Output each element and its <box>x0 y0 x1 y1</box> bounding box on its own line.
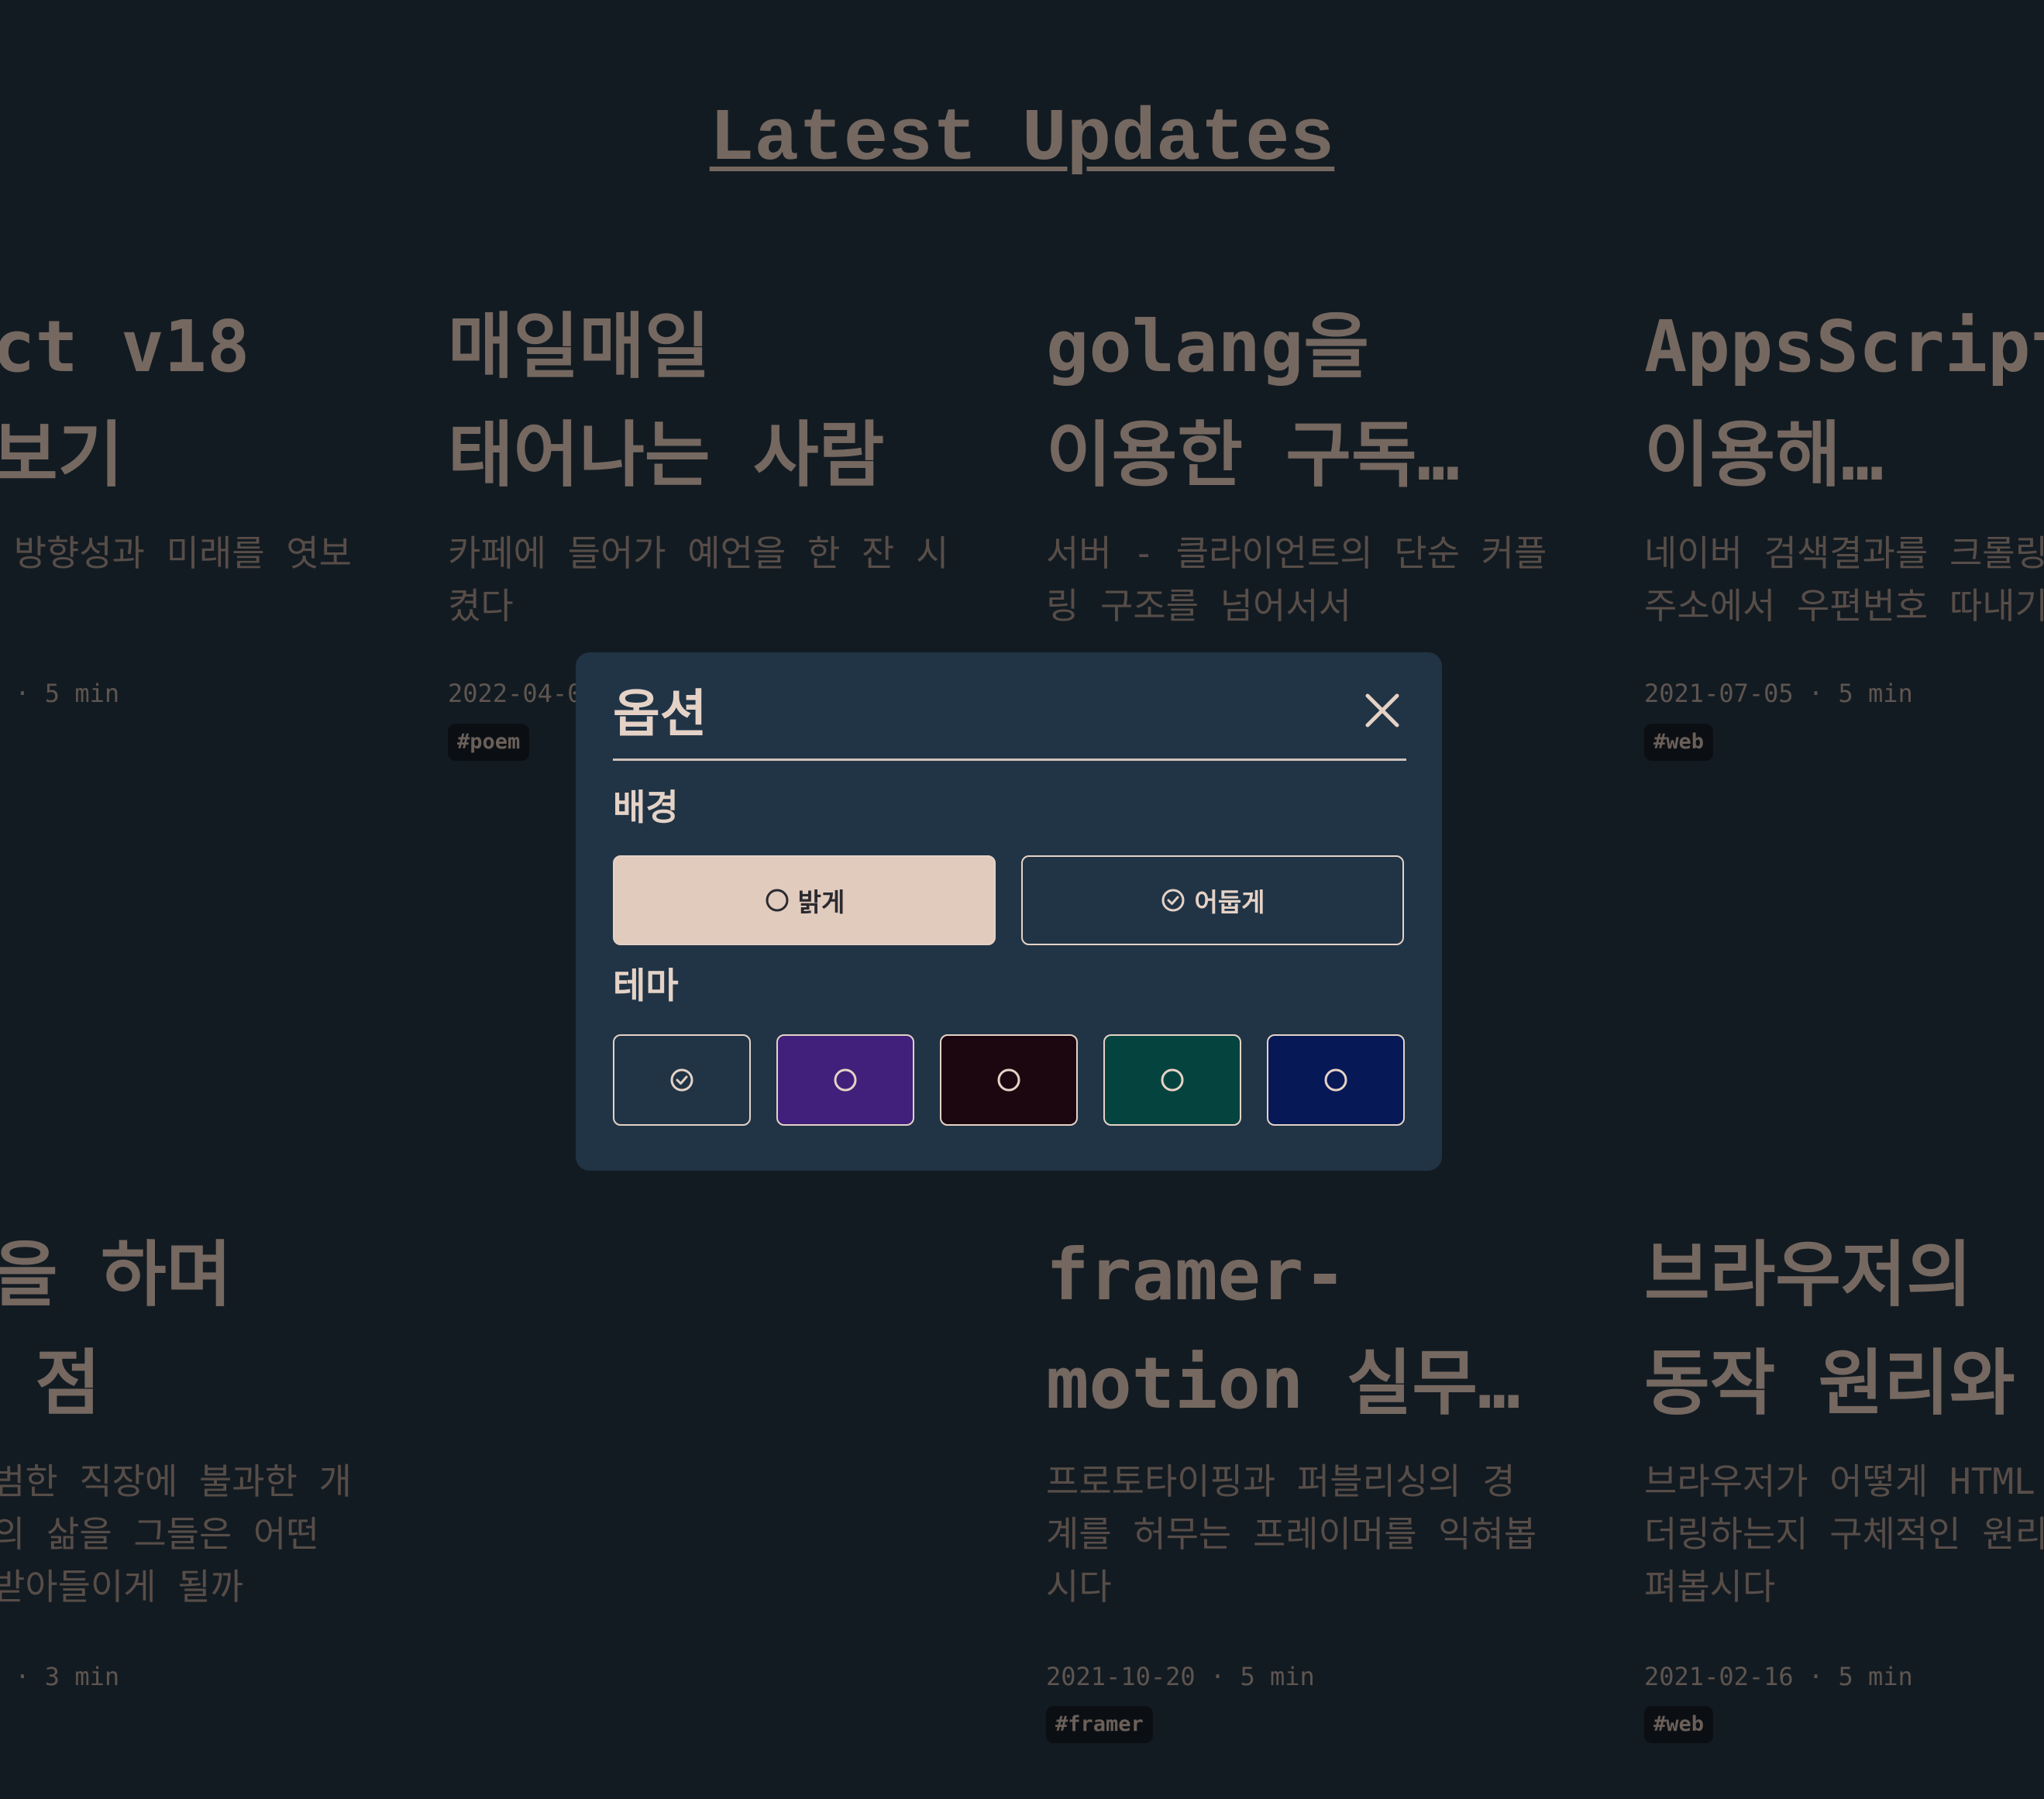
post-title[interactable]: framer- motion 실무… <box>1046 1221 1573 1438</box>
post-description: 방향성과 미래를 엿보 <box>0 532 352 574</box>
post-meta: 2021-10-20 · 5 min <box>1046 1662 1315 1691</box>
post-card[interactable]: golang을 이용한 구독… 서버 - 클라이언트의 단순 커플 링 구조를 … <box>1046 293 1573 632</box>
background-label: 배경 <box>613 786 679 828</box>
check-circle-icon <box>670 1068 693 1092</box>
circle-icon <box>1324 1068 1347 1092</box>
post-tag[interactable]: #web <box>1644 724 1714 761</box>
post-description: 네이버 검색결과를 크롤링 주소에서 우편번호 따내기 <box>1644 532 2044 627</box>
post-meta: 2021-02-16 · 5 min <box>1644 1662 1913 1691</box>
post-tag[interactable]: #framer <box>1046 1706 1153 1743</box>
circle-icon <box>834 1068 857 1092</box>
modal-title: 옵션 <box>613 684 707 744</box>
theme-swatch-navy[interactable] <box>1267 1034 1405 1126</box>
post-title[interactable]: golang을 이용한 구독… <box>1046 293 1573 510</box>
background-light-button[interactable]: 밝게 <box>613 855 996 945</box>
post-tag[interactable]: #poem <box>448 724 530 761</box>
theme-swatch-slate[interactable] <box>613 1034 751 1126</box>
post-title[interactable]: AppsScript 이용해… <box>1644 293 2044 510</box>
background-dark-label: 어둡게 <box>1194 887 1265 917</box>
background-dark-button[interactable]: 어둡게 <box>1021 855 1404 945</box>
check-circle-icon <box>1161 889 1185 912</box>
theme-label: 테마 <box>613 965 679 1006</box>
post-title[interactable]: 매일매일 태어나는 사람 <box>448 293 975 510</box>
post-title[interactable]: ct v18 보기 <box>0 293 519 510</box>
post-description: 브라우저가 어떻게 HTML 더링하는지 구체적인 원리 펴봅시다 <box>1644 1460 2044 1608</box>
post-card[interactable]: ct v18 보기 방향성과 미래를 엿보 <box>0 293 519 580</box>
page-title: Latest Updates <box>709 97 1335 181</box>
post-card[interactable]: 을 하며 점 범한 직장에 불과한 개 의 삶을 그들은 어떤 받아들이게 될까 <box>0 1221 519 1613</box>
post-meta: · 3 min <box>0 1662 120 1691</box>
options-modal: 옵션 배경 밝게 어둡게 테마 <box>576 652 1442 1171</box>
theme-swatch-purple[interactable] <box>776 1034 914 1126</box>
post-meta: 2021-07-05 · 5 min <box>1644 679 1913 708</box>
theme-swatch-teal[interactable] <box>1103 1034 1241 1126</box>
post-description: 서버 - 클라이언트의 단순 커플 링 구조를 넘어서서 <box>1046 532 1547 627</box>
post-tag[interactable]: #web <box>1644 1706 1714 1743</box>
post-description: 카페에 들어가 예언을 한 잔 시 켰다 <box>448 532 949 627</box>
post-meta: 2022-04-0 <box>448 679 583 708</box>
post-description: 프로토타이핑과 퍼블리싱의 경 계를 허무는 프레이머를 익혀봅 시다 <box>1046 1460 1537 1608</box>
post-card[interactable]: 브라우저의 동작 원리와 브라우저가 어떻게 HTML 더링하는지 구체적인 원… <box>1644 1221 2044 1613</box>
modal-divider <box>613 758 1406 761</box>
post-meta: · 5 min <box>0 679 120 708</box>
close-button[interactable] <box>1360 688 1405 733</box>
post-card[interactable]: 매일매일 태어나는 사람 카페에 들어가 예언을 한 잔 시 켰다 <box>448 293 975 632</box>
circle-icon <box>997 1068 1020 1092</box>
background-light-label: 밝게 <box>797 887 845 917</box>
post-title[interactable]: 브라우저의 동작 원리와 <box>1644 1221 2044 1438</box>
circle-icon <box>1161 1068 1184 1092</box>
close-icon <box>1365 693 1399 728</box>
theme-swatch-maroon[interactable] <box>940 1034 1078 1126</box>
post-description: 범한 직장에 불과한 개 의 삶을 그들은 어떤 받아들이게 될까 <box>0 1460 352 1608</box>
post-card[interactable]: AppsScript 이용해… 네이버 검색결과를 크롤링 주소에서 우편번호 … <box>1644 293 2044 632</box>
post-title[interactable]: 을 하며 점 <box>0 1221 519 1438</box>
post-card[interactable]: framer- motion 실무… 프로토타이핑과 퍼블리싱의 경 계를 허무… <box>1046 1221 1573 1613</box>
circle-icon <box>766 889 789 912</box>
